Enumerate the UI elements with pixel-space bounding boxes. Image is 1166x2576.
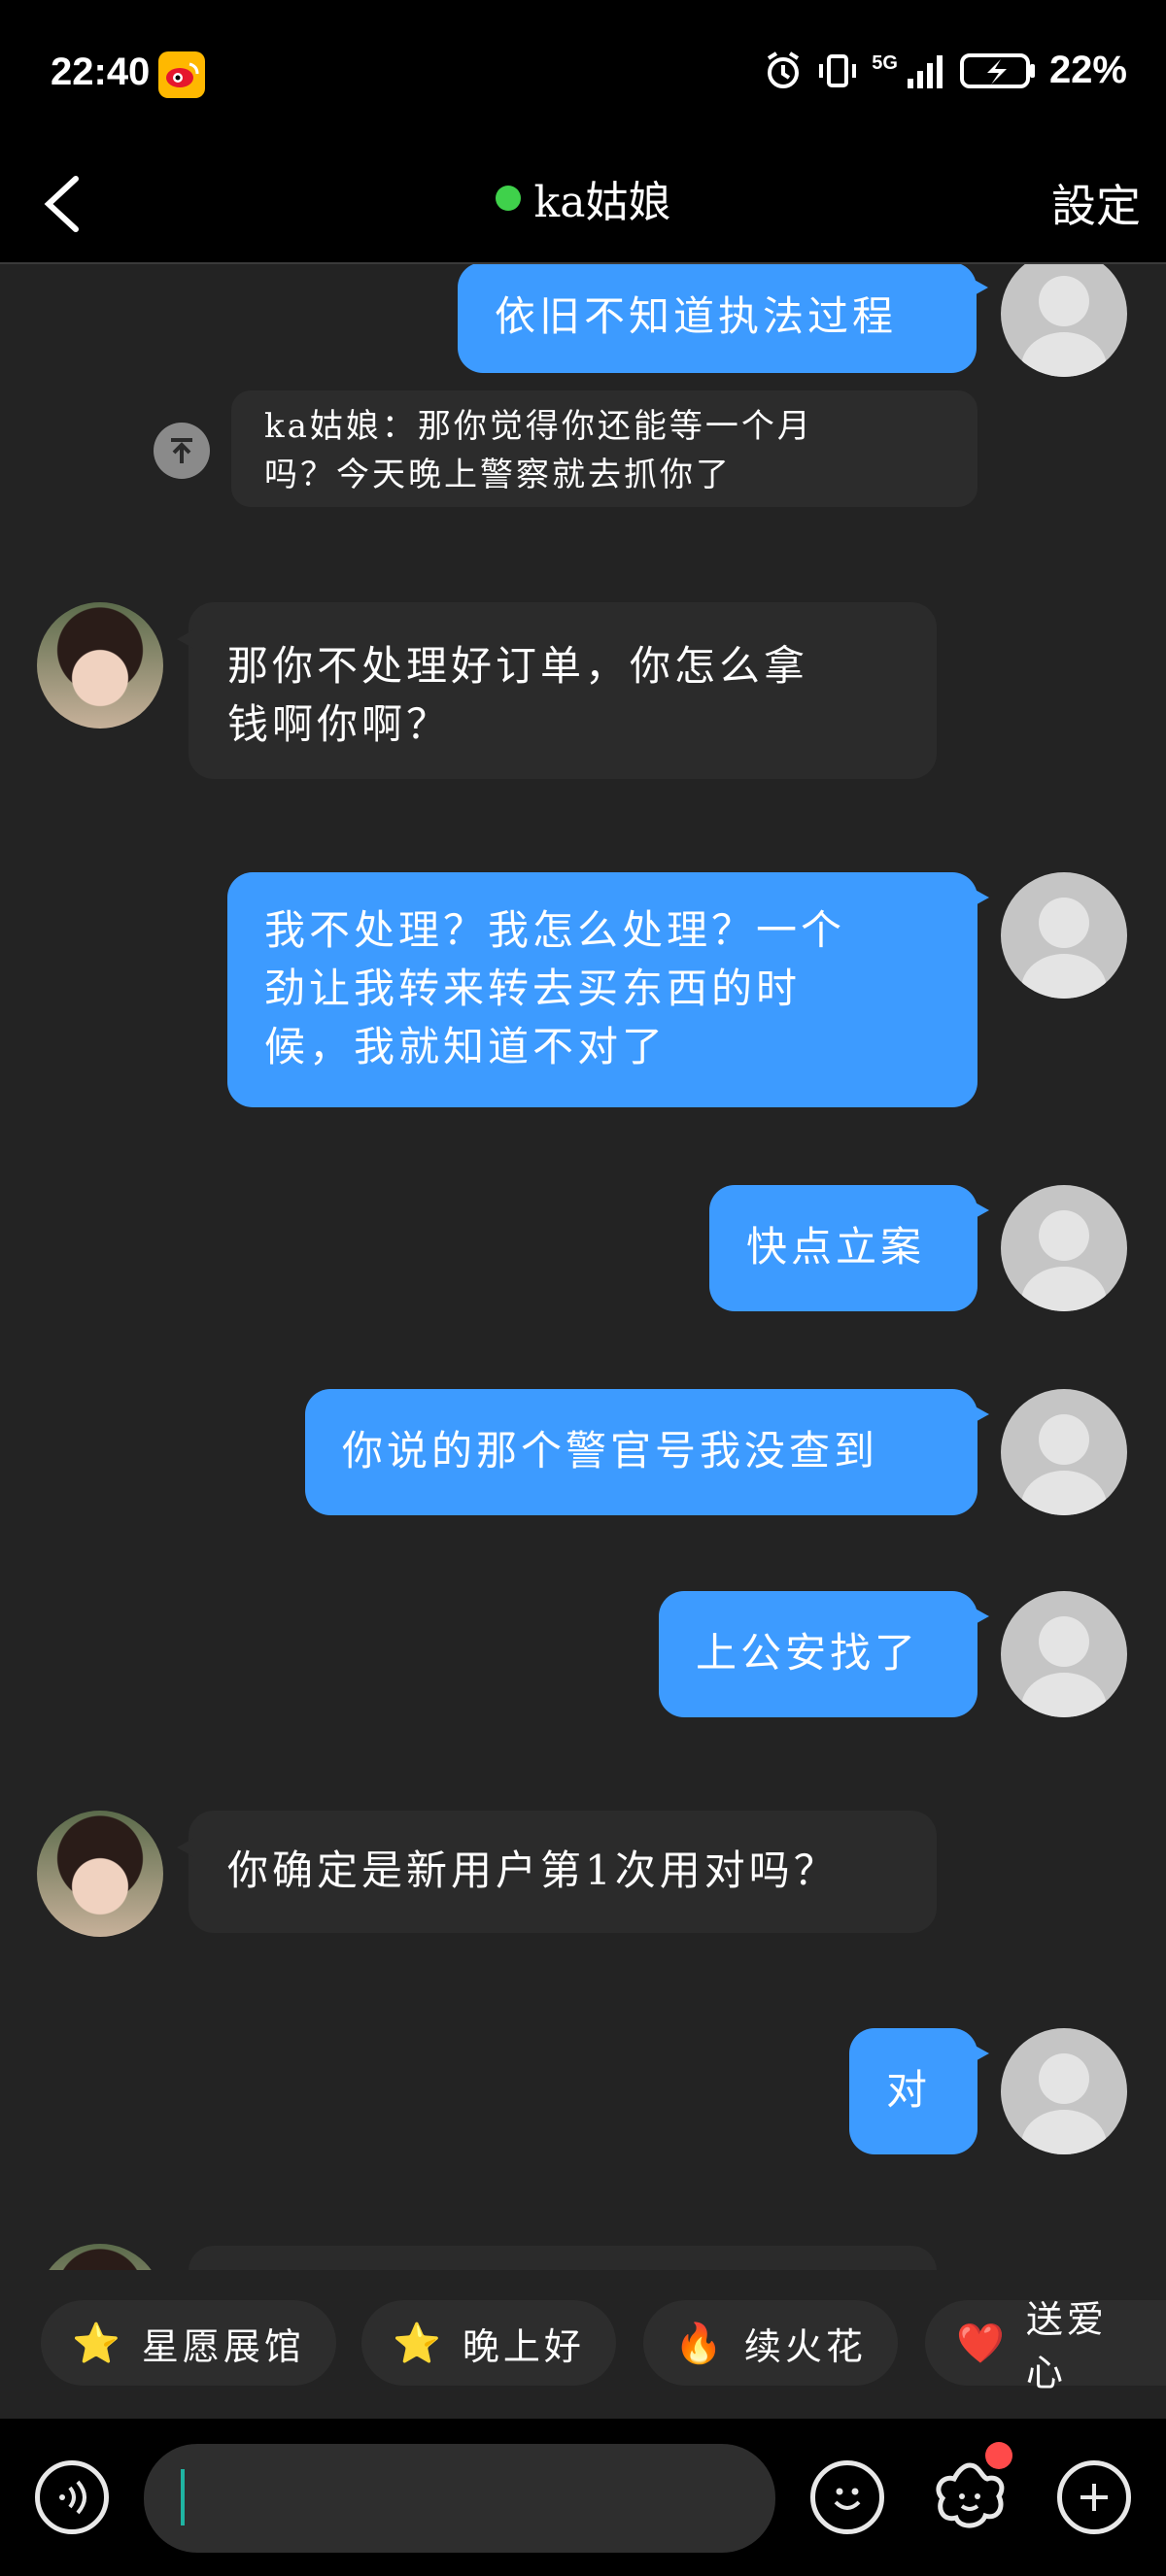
message-bubble-received-partial[interactable] [189,2246,937,2270]
battery-percent: 22% [1048,49,1127,91]
message-list[interactable]: 依旧不知道执法过程 ka姑娘：那你觉得你还能等一个月 吗？今天晚上警察就去抓你了… [0,264,1166,2270]
add-button[interactable] [1057,2460,1131,2534]
sticker-button[interactable] [929,2457,1011,2539]
emoji-button[interactable] [810,2460,884,2534]
my-avatar[interactable] [1001,1389,1127,1515]
quoted-text-line-1: ka姑娘：那你觉得你还能等一个月 [264,407,813,446]
message-bubble-sent[interactable]: 对 [849,2028,989,2154]
heart-icon: ❤️ [956,2321,1009,2366]
message-bubble-received[interactable]: 那你不处理好订单，你怎么拿 钱啊你啊？ [177,602,937,779]
message-text: 对 [886,2066,932,2114]
message-text-line: 候，我就知道不对了 [264,1023,668,1070]
message-bubble-received[interactable]: 你确定是新用户第1次用对吗？ [177,1811,937,1933]
quoted-text-line-2: 吗？今天晚上警察就去抓你了 [264,456,732,494]
message-bubble-sent[interactable]: 你说的那个警官号我没查到 [305,1389,989,1515]
status-icons: 5G 22% [763,49,1127,92]
contact-name: ka姑娘 [533,178,671,227]
message-text: 你说的那个警官号我没查到 [342,1427,879,1474]
network-label: 5G [872,52,898,74]
star-face-icon: ⭐ [72,2321,124,2366]
text-cursor [181,2469,185,2525]
message-bubble-sent[interactable]: 我不处理？我怎么处理？一个 劲让我转来转去买东西的时 候，我就知道不对了 [227,872,989,1107]
message-text: 快点立案 [746,1223,926,1271]
input-bar [0,2419,1166,2576]
plus-icon [1080,2484,1108,2511]
chip-label: 续火花 [743,2324,867,2368]
message-text: 上公安找了 [696,1629,920,1677]
message-text-line: 钱啊你啊？ [227,700,452,748]
signal-icon [907,54,943,88]
chip-label: 晚上好 [462,2324,585,2368]
alarm-icon [768,51,800,88]
my-avatar[interactable] [1001,264,1127,377]
notification-dot [985,2442,1012,2469]
message-text: 依旧不知道执法过程 [495,292,898,340]
contact-avatar[interactable] [37,2244,163,2270]
quick-reply-chip[interactable]: ⭐ 晚上好 [361,2300,616,2386]
quick-reply-chip[interactable]: ❤️ 送爱心 [925,2298,1166,2394]
message-text-line: 那你不处理好订单，你怎么拿 [227,642,809,690]
voice-button[interactable] [35,2460,109,2534]
message-text: 你确定是新用户第1次用对吗？ [227,1847,839,1894]
status-time: 22:40 [51,51,151,93]
quick-reply-bar: ⭐ 星愿展馆 ⭐ 晚上好 🔥 续火花 ❤️ 送爱心 [0,2271,1166,2419]
my-avatar[interactable] [1001,2028,1127,2154]
voice-icon [59,2480,86,2515]
flower-sticker-icon [936,2462,1005,2528]
fire-icon: 🔥 [674,2321,727,2366]
smiley-icon [834,2488,861,2510]
message-text-line: 我不处理？我怎么处理？一个 [264,906,846,954]
message-text-line: 劲让我转来转去买东西的时 [264,965,802,1012]
status-bar: 22:40 5G 22% [0,0,1166,146]
quoted-message[interactable]: ka姑娘：那你觉得你还能等一个月 吗？今天晚上警察就去抓你了 [231,390,977,507]
star-face-icon: ⭐ [393,2321,445,2366]
pin-top-icon[interactable] [154,423,210,479]
my-avatar[interactable] [1001,1591,1127,1717]
quick-reply-chip[interactable]: 🔥 续火花 [643,2300,898,2386]
my-avatar[interactable] [1001,872,1127,999]
weibo-app-icon [158,51,205,98]
vibrate-icon [819,53,857,87]
chip-label: 送爱心 [1025,2298,1108,2394]
message-bubble-sent[interactable]: 快点立案 [709,1185,989,1311]
message-bubble-sent[interactable]: 上公安找了 [659,1591,989,1717]
chip-label: 星愿展馆 [141,2324,305,2368]
chat-header: ka姑娘 設定 [0,146,1166,264]
contact-avatar[interactable] [37,1811,163,1937]
quick-reply-chip[interactable]: ⭐ 星愿展馆 [41,2300,336,2386]
settings-button[interactable]: 設定 [1051,171,1141,235]
online-status-dot [495,186,521,211]
contact-avatar[interactable] [37,602,163,729]
message-bubble-sent[interactable]: 依旧不知道执法过程 [458,264,988,373]
my-avatar[interactable] [1001,1185,1127,1311]
battery-icon [959,52,1035,88]
chat-title[interactable]: ka姑娘 [0,167,1166,229]
message-input[interactable] [144,2444,775,2553]
